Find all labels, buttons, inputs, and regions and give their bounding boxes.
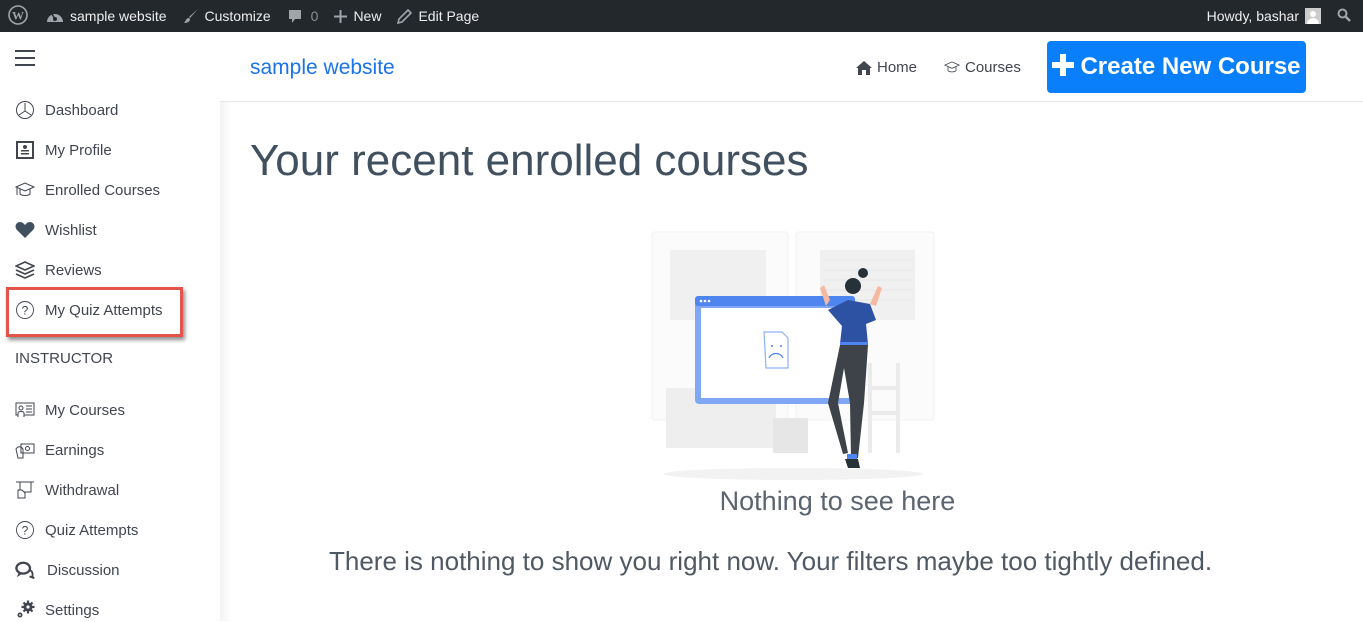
sidebar-item-label: My Quiz Attempts [45, 301, 163, 319]
page-title: Your recent enrolled courses [250, 136, 809, 185]
nav-home-label: Home [877, 59, 918, 76]
hamburger-line [15, 50, 35, 52]
graduation-cap-icon [15, 180, 35, 200]
sidebar-item-earnings[interactable]: Earnings [15, 438, 104, 462]
sidebar-item-label: My Profile [45, 141, 112, 159]
empty-state-title: Nothing to see here [0, 486, 1363, 517]
empty-state-description: There is nothing to show you right now. … [329, 546, 1213, 576]
sidebar-item-wishlist[interactable]: Wishlist [15, 218, 97, 242]
comments-link[interactable]: 0 [279, 0, 327, 32]
my-courses-icon [15, 400, 35, 420]
avatar [1305, 8, 1321, 24]
svg-text:?: ? [22, 304, 29, 318]
question-circle-icon: ? [15, 300, 35, 320]
pencil-icon [397, 8, 413, 24]
sidebar-item-label: Quiz Attempts [45, 521, 139, 539]
layers-icon [15, 260, 35, 280]
empty-state-title-text: Nothing to see here [719, 486, 956, 516]
home-icon [856, 60, 872, 75]
question-circle-icon: ? [15, 520, 35, 540]
sidebar-item-enrolled-courses[interactable]: Enrolled Courses [15, 178, 160, 202]
site-name-link[interactable]: sample website [38, 0, 175, 32]
nav-home-link[interactable]: Home [856, 59, 917, 76]
comment-icon [287, 8, 303, 24]
my-account-menu[interactable]: Howdy, bashar [1199, 0, 1329, 32]
dashboard-gauge-icon [46, 9, 64, 23]
comments-count: 0 [310, 8, 319, 24]
greeting: Howdy, bashar [1206, 8, 1299, 24]
new-label: New [353, 8, 382, 24]
section-label-instructor: INSTRUCTOR [15, 350, 114, 367]
empty-state-illustration [648, 228, 938, 484]
nav-courses-link[interactable]: Courses [944, 59, 1021, 76]
site-name: sample website [70, 8, 167, 24]
wordpress-menu[interactable]: W [0, 0, 38, 32]
sidebar-item-reviews[interactable]: Reviews [15, 258, 102, 282]
create-new-course-label: Create New Course [1080, 53, 1301, 80]
create-new-course-button[interactable]: Create New Course [1047, 41, 1306, 93]
customize-label: Customize [204, 8, 271, 24]
sidebar-item-quiz-attempts[interactable]: ? Quiz Attempts [15, 518, 138, 542]
admin-search-button[interactable] [1329, 0, 1363, 32]
sidebar: Dashboard My Profile Enrolled Courses Wi… [0, 32, 220, 621]
svg-text:?: ? [22, 524, 29, 538]
sidebar-item-discussion[interactable]: Discussion [15, 558, 120, 582]
hamburger-line [15, 64, 35, 66]
customize-link[interactable]: Customize [175, 0, 279, 32]
site-brand-link[interactable]: sample website [250, 56, 395, 80]
sidebar-item-dashboard[interactable]: Dashboard [15, 98, 118, 122]
plus-icon [1052, 52, 1075, 82]
sidebar-item-my-quiz-attempts[interactable]: ? My Quiz Attempts [15, 298, 163, 322]
plus-icon [334, 9, 348, 23]
admin-bar: W sample website Customize 0 New Edit Pa… [0, 0, 1363, 32]
heart-icon [15, 220, 35, 240]
edit-page-link[interactable]: Edit Page [389, 0, 487, 32]
sidebar-item-label: Earnings [45, 441, 105, 459]
edit-page-label: Edit Page [418, 8, 480, 24]
hamburger-line [15, 57, 35, 59]
sidebar-divider [220, 32, 232, 621]
svg-text:W: W [12, 8, 24, 22]
settings-icon [15, 600, 35, 620]
graduation-cap-icon [944, 61, 960, 74]
profile-icon [15, 140, 35, 160]
sidebar-item-label: Dashboard [45, 101, 119, 119]
sidebar-item-label: Enrolled Courses [45, 181, 161, 199]
nav-courses-label: Courses [965, 59, 1021, 76]
sidebar-item-label: Reviews [45, 261, 102, 279]
sidebar-item-label: Discussion [47, 561, 120, 579]
sidebar-item-settings[interactable]: Settings [15, 598, 99, 622]
earnings-icon [15, 440, 35, 460]
site-header: sample website Home Courses Create New C… [220, 32, 1363, 102]
sidebar-item-label: Wishlist [45, 221, 97, 239]
search-icon [1337, 8, 1351, 25]
sidebar-item-label: My Courses [45, 401, 126, 419]
menu-toggle-button[interactable] [15, 50, 35, 66]
sidebar-item-label: Settings [45, 601, 100, 619]
wordpress-icon: W [8, 4, 28, 28]
sidebar-item-my-profile[interactable]: My Profile [15, 138, 112, 162]
sidebar-item-my-courses[interactable]: My Courses [15, 398, 125, 422]
dashboard-icon [15, 100, 35, 120]
new-content-link[interactable]: New [326, 0, 389, 32]
brush-icon [183, 8, 199, 24]
discussion-icon [15, 560, 35, 580]
